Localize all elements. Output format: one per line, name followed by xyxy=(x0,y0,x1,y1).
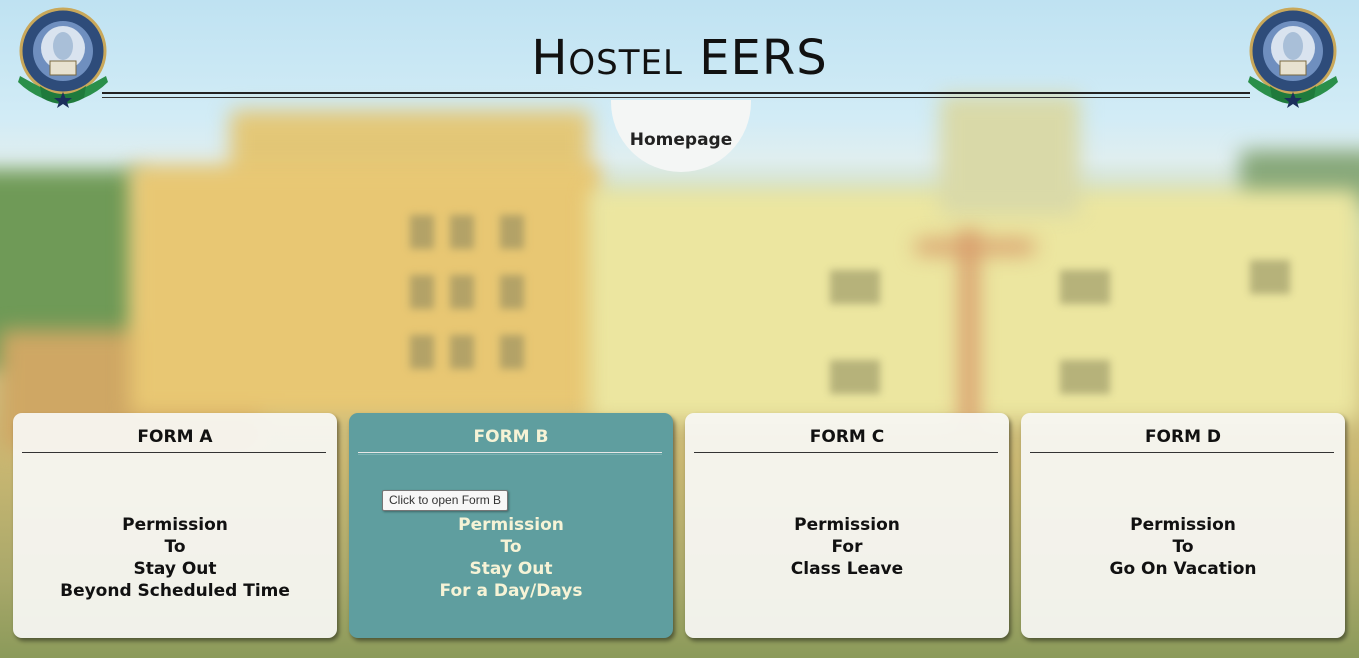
card-divider xyxy=(694,452,998,453)
form-a-card[interactable]: FORM A Permission To Stay Out Beyond Sch… xyxy=(13,413,337,638)
card-title: FORM A xyxy=(137,427,213,447)
card-description: Permission For Class Leave xyxy=(790,515,904,579)
header-divider xyxy=(102,92,1250,94)
card-title: FORM B xyxy=(473,427,549,447)
form-b-card[interactable]: FORM B Permission To Stay Out For a Day/… xyxy=(349,413,673,638)
header-divider xyxy=(102,97,1250,98)
card-description: Permission To Stay Out For a Day/Days xyxy=(439,515,583,601)
card-divider xyxy=(22,452,326,453)
card-description: Permission To Go On Vacation xyxy=(1109,515,1257,579)
form-c-card[interactable]: FORM C Permission For Class Leave xyxy=(685,413,1009,638)
card-divider xyxy=(1030,452,1334,453)
card-title: FORM C xyxy=(809,427,885,447)
card-description: Permission To Stay Out Beyond Scheduled … xyxy=(60,515,290,601)
page-title: Hostel EERS xyxy=(531,30,828,86)
form-d-card[interactable]: FORM D Permission To Go On Vacation xyxy=(1021,413,1345,638)
card-divider xyxy=(358,452,662,453)
tooltip: Click to open Form B xyxy=(382,490,509,511)
card-title: FORM D xyxy=(1144,427,1222,447)
